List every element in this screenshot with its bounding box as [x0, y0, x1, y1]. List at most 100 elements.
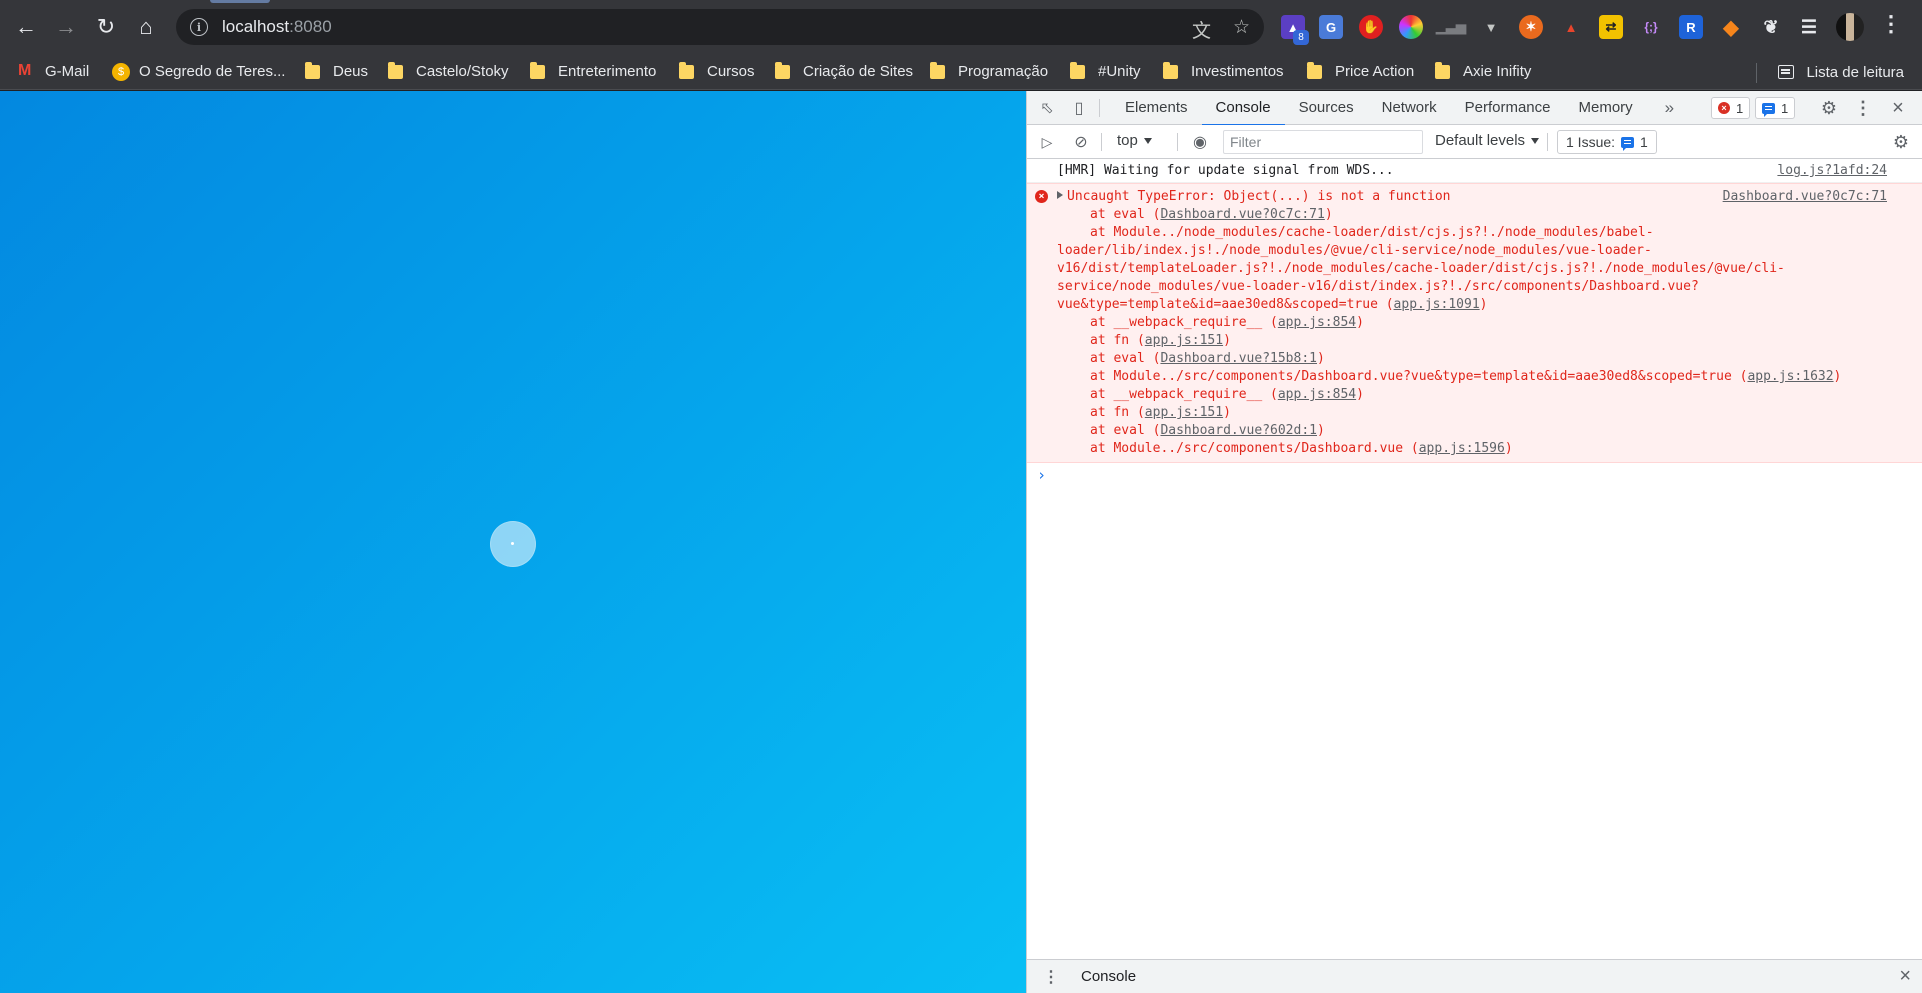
- log-source-link[interactable]: log.js?1afd:24: [1777, 163, 1887, 178]
- stack-frame: at Module../src/components/Dashboard.vue…: [1057, 440, 1887, 458]
- folder-icon: [930, 61, 945, 79]
- issues-count: 1: [1640, 134, 1648, 150]
- bookmark-folder-programacao[interactable]: Programação: [930, 54, 1048, 90]
- settings-gear-icon[interactable]: ⚙: [1819, 98, 1839, 118]
- live-expression-eye-icon[interactable]: ◉: [1190, 132, 1210, 152]
- tab-network[interactable]: Network: [1368, 91, 1451, 125]
- stack-frame-text: ): [1356, 387, 1364, 402]
- stack-frame-link[interactable]: app.js:1596: [1419, 441, 1505, 456]
- folder-icon: [388, 61, 403, 79]
- stack-frame-link[interactable]: app.js:1091: [1394, 297, 1480, 312]
- close-devtools-icon[interactable]: ×: [1888, 97, 1908, 119]
- extension-badge: 8: [1293, 30, 1309, 45]
- stack-frame: at eval (Dashboard.vue?602d:1): [1057, 422, 1887, 440]
- expand-caret-icon[interactable]: [1057, 191, 1063, 199]
- stack-frame-text: ): [1223, 333, 1231, 348]
- devtools-menu-icon[interactable]: ⋮: [1853, 98, 1873, 118]
- shield-icon[interactable]: R: [1679, 15, 1703, 39]
- bookmark-folder-price-action[interactable]: Price Action: [1307, 54, 1414, 90]
- console-settings-gear-icon[interactable]: ⚙: [1891, 132, 1911, 152]
- stack-frame-link[interactable]: app.js:854: [1278, 387, 1356, 402]
- bookmark-folder-castelo[interactable]: Castelo/Stoky: [388, 54, 509, 90]
- tab-performance[interactable]: Performance: [1451, 91, 1565, 125]
- stack-frame-link[interactable]: app.js:151: [1145, 405, 1223, 420]
- reading-list-button[interactable]: Lista de leitura: [1778, 54, 1904, 90]
- bookmark-gmail[interactable]: G-Mail: [18, 54, 89, 90]
- color-picker-icon[interactable]: [1399, 15, 1423, 39]
- reading-list-icon: [1778, 65, 1795, 79]
- log-levels-dropdown[interactable]: Default levels: [1435, 132, 1540, 149]
- google-translate-icon[interactable]: G: [1319, 15, 1343, 39]
- stack-frame-text: at eval (: [1090, 423, 1161, 438]
- console-filter-input[interactable]: Filter: [1223, 130, 1423, 154]
- json-viewer-icon[interactable]: {;}: [1639, 15, 1663, 39]
- bookmark-folder-cursos[interactable]: Cursos: [679, 54, 755, 90]
- tab-elements[interactable]: Elements: [1111, 91, 1202, 125]
- rocket-icon[interactable]: ▲: [1559, 15, 1583, 39]
- more-tabs-chevron-icon[interactable]: »: [1651, 91, 1688, 125]
- orange-extension-icon[interactable]: ✶: [1519, 15, 1543, 39]
- drawer-tab-console[interactable]: Console: [1081, 968, 1136, 985]
- forward-arrow-icon[interactable]: →: [46, 7, 86, 47]
- bookmark-segredo[interactable]: $ O Segredo de Teres...: [112, 54, 285, 90]
- bookmark-folder-axie[interactable]: Axie Inifity: [1435, 54, 1531, 90]
- stack-frame: at Module../node_modules/cache-loader/di…: [1057, 224, 1887, 242]
- show-sidebar-icon[interactable]: ▷: [1037, 132, 1057, 152]
- error-stack-trace: at eval (Dashboard.vue?0c7c:71) at Module…: [1057, 206, 1887, 458]
- stack-frame: at __webpack_require__ (app.js:854): [1057, 386, 1887, 404]
- adblock-icon[interactable]: ✋: [1359, 15, 1383, 39]
- bookmark-star-icon[interactable]: ☆: [1233, 16, 1250, 43]
- stack-frame: at fn (app.js:151): [1057, 404, 1887, 422]
- vue-devtools-icon[interactable]: ▼: [1479, 15, 1503, 39]
- stack-frame-link[interactable]: app.js:151: [1145, 333, 1223, 348]
- stack-frame-link[interactable]: app.js:854: [1278, 315, 1356, 330]
- back-arrow-icon[interactable]: ←: [6, 7, 46, 47]
- site-info-icon[interactable]: i: [190, 18, 208, 36]
- yellow-extension-icon[interactable]: ⇄: [1599, 15, 1623, 39]
- tab-sources[interactable]: Sources: [1285, 91, 1368, 125]
- extensions-puzzle-icon[interactable]: ❦: [1759, 15, 1783, 39]
- console-prompt[interactable]: ›: [1027, 463, 1922, 487]
- avatar[interactable]: [1836, 13, 1864, 41]
- bookmark-folder-deus[interactable]: Deus: [305, 54, 368, 90]
- bookmark-folder-unity[interactable]: #Unity: [1070, 54, 1141, 90]
- bookmark-folder-criacao[interactable]: Criação de Sites: [775, 54, 913, 90]
- device-toolbar-icon[interactable]: ▯: [1069, 98, 1089, 118]
- bookmark-label: Programação: [958, 63, 1049, 80]
- stack-frame-link[interactable]: app.js:1632: [1747, 369, 1833, 384]
- media-queue-icon[interactable]: ☰: [1797, 15, 1821, 39]
- stack-frame-link[interactable]: Dashboard.vue?0c7c:71: [1160, 207, 1324, 222]
- folder-icon: [305, 61, 320, 79]
- tab-memory[interactable]: Memory: [1565, 91, 1647, 125]
- inspect-element-icon[interactable]: ⬁: [1037, 98, 1057, 118]
- issues-button[interactable]: 1 Issue: 1: [1557, 130, 1657, 154]
- clear-console-icon[interactable]: ⊘: [1071, 132, 1091, 152]
- gmail-icon: [18, 62, 36, 80]
- translate-icon[interactable]: 文: [1192, 16, 1211, 43]
- tab-console[interactable]: Console: [1201, 91, 1285, 126]
- error-source-link[interactable]: Dashboard.vue?0c7c:71: [1723, 188, 1887, 206]
- page-viewport: [0, 91, 1026, 993]
- reload-icon[interactable]: ↻: [86, 7, 126, 47]
- stack-frame-text: ): [1317, 423, 1325, 438]
- divider: [1099, 99, 1100, 117]
- bookmark-folder-entreterimento[interactable]: Entreterimento: [530, 54, 656, 90]
- stack-frame-link[interactable]: Dashboard.vue?15b8:1: [1160, 351, 1317, 366]
- metamask-fox-icon[interactable]: ◆: [1719, 15, 1743, 39]
- message-count-badge[interactable]: 1: [1755, 97, 1796, 119]
- folder-icon: [530, 61, 545, 79]
- home-icon[interactable]: ⌂: [126, 7, 166, 47]
- drawer-menu-icon[interactable]: ⋮: [1043, 967, 1059, 987]
- stack-frame-text: ): [1504, 441, 1513, 456]
- stack-frame-text: at eval (: [1090, 351, 1161, 366]
- stack-frame-text: at eval (: [1090, 207, 1161, 222]
- error-count-badge[interactable]: × 1: [1711, 97, 1751, 119]
- context-selector[interactable]: top: [1117, 132, 1152, 149]
- address-bar[interactable]: i localhost:8080 文 ☆: [176, 9, 1264, 45]
- stack-frame-link[interactable]: Dashboard.vue?602d:1: [1160, 423, 1317, 438]
- close-drawer-icon[interactable]: ×: [1899, 965, 1911, 988]
- bookmark-folder-investimentos[interactable]: Investimentos: [1163, 54, 1284, 90]
- browser-menu-icon[interactable]: ⋮: [1880, 11, 1902, 37]
- signal-bars-icon[interactable]: ▁▃▅: [1436, 15, 1466, 39]
- divider: [1547, 133, 1548, 151]
